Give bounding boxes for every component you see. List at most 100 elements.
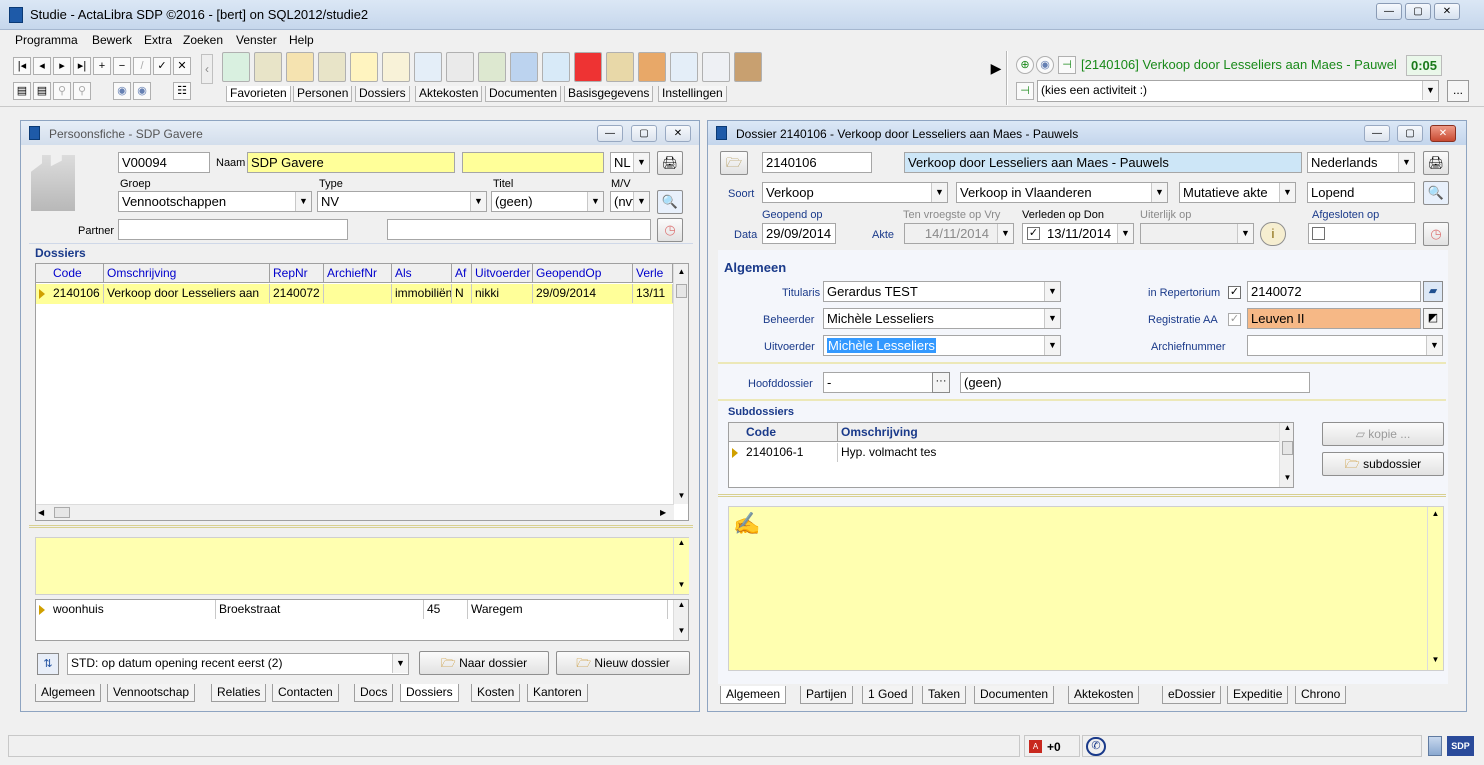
col-archiefnr[interactable]: ArchiefNr [324, 264, 392, 283]
tab-favorieten[interactable]: Favorieten [226, 86, 291, 102]
groep-select[interactable]: Vennootschappen ▼ [118, 191, 312, 212]
delete-record-icon[interactable]: − [113, 57, 131, 75]
tab-dossiers-active[interactable]: Dossiers [400, 684, 459, 702]
chevron-down-icon[interactable]: ▼ [997, 224, 1013, 243]
print-person-icon[interactable]: 🖨 [657, 151, 683, 175]
tab-goed[interactable]: 1 Goed [862, 686, 914, 704]
person-doc-icon[interactable] [670, 52, 698, 82]
kopie-button[interactable]: ▱ kopie ... [1322, 422, 1444, 446]
tab-algemeen-active[interactable]: Algemeen [720, 686, 787, 704]
tab-expeditie[interactable]: Expeditie [1227, 686, 1289, 704]
splitter[interactable] [718, 494, 1446, 497]
dossier-code-field[interactable]: 2140106 [762, 152, 872, 173]
search-person-button[interactable]: 🔍 [657, 190, 683, 214]
right-minimize-button[interactable]: — [1364, 125, 1390, 142]
col-code[interactable]: Code [50, 264, 104, 283]
col-geopendop[interactable]: GeopendOp [533, 264, 633, 283]
nieuw-dossier-button[interactable]: 🗁 Nieuw dossier [556, 651, 690, 675]
scan-icon[interactable] [638, 52, 666, 82]
chevron-down-icon[interactable]: ▼ [674, 626, 688, 635]
chevron-up-icon[interactable]: ▲ [674, 264, 688, 280]
edit-record-icon[interactable]: / [133, 57, 151, 75]
table-row[interactable]: 2140106-1 Hyp. volmacht tes [729, 443, 1282, 463]
chevron-down-icon[interactable]: ▼ [1044, 336, 1060, 355]
chevron-up-icon[interactable]: ▲ [1428, 509, 1443, 518]
soort2-select[interactable]: Verkoop in Vlaanderen ▼ [956, 182, 1168, 203]
partner-field[interactable] [118, 219, 348, 240]
chevron-down-icon[interactable]: ▼ [295, 192, 311, 211]
col-sub-omschrijving[interactable]: Omschrijving [838, 423, 1282, 442]
hoofddossier-desc-field[interactable]: (geen) [960, 372, 1310, 393]
chevron-up-icon[interactable]: ▲ [674, 600, 688, 609]
hoofddossier-field[interactable]: - [823, 372, 933, 393]
activity-flag-icon[interactable]: ⊣ [1058, 56, 1076, 74]
activity-nav-icon[interactable]: ◉ [1036, 56, 1054, 74]
tab-partijen[interactable]: Partijen [800, 686, 853, 704]
chevron-down-icon[interactable]: ▼ [1428, 655, 1443, 664]
document-person-icon[interactable] [542, 52, 570, 82]
stamp-icon[interactable] [734, 52, 762, 82]
history-icon[interactable]: ◷ [657, 218, 683, 242]
chevron-up-icon[interactable]: ▲ [1280, 423, 1293, 432]
tab-chrono[interactable]: Chrono [1295, 686, 1347, 704]
hoofddossier-browse-button[interactable]: ··· [932, 372, 950, 393]
chevron-up-icon[interactable]: ▲ [674, 538, 689, 547]
dossier-notes-area[interactable]: ✍ ▲ ▼ [728, 506, 1444, 671]
right-close-button[interactable]: ✕ [1430, 125, 1456, 142]
search-dossier-icon[interactable]: 🔍 [1423, 181, 1449, 205]
home-icon[interactable] [382, 52, 410, 82]
col-verleden[interactable]: Verle [633, 264, 673, 283]
chevron-right-icon[interactable]: ▶ [660, 505, 666, 520]
tab-personen[interactable]: Personen [293, 86, 353, 102]
chevron-down-icon[interactable]: ▼ [470, 192, 486, 211]
add-record-icon[interactable]: + [93, 57, 111, 75]
uiterlijk-field[interactable]: ▼ [1140, 223, 1254, 244]
menu-extra[interactable]: Extra [144, 33, 172, 47]
afgesloten-checkbox[interactable] [1312, 227, 1325, 240]
tab-vennootschap[interactable]: Vennootschap [107, 684, 196, 702]
col-uitvoerder[interactable]: Uitvoerder [472, 264, 533, 283]
partner2-field[interactable] [387, 219, 651, 240]
activity-select[interactable]: (kies een activiteit :) ▼ [1037, 80, 1439, 102]
chevron-down-icon[interactable]: ▼ [587, 192, 603, 211]
registratie-field[interactable]: Leuven II [1247, 308, 1421, 329]
subdossier-button[interactable]: 🗁 subdossier [1322, 452, 1444, 476]
tab-algemeen[interactable]: Algemeen [35, 684, 102, 702]
minimize-button[interactable]: — [1376, 3, 1402, 20]
hscroll-thumb[interactable] [54, 507, 70, 518]
activity-add-icon[interactable]: ⊕ [1016, 56, 1034, 74]
repertorium-checkbox[interactable]: ✓ [1228, 286, 1241, 299]
tab-contacten[interactable]: Contacten [272, 684, 339, 702]
tab-aktekosten[interactable]: Aktekosten [415, 86, 483, 102]
notes-scrollbar[interactable]: ▲ ▼ [1427, 507, 1443, 670]
chevron-left-icon[interactable]: ◀ [38, 505, 44, 520]
calendar-history-icon[interactable]: ◷ [1423, 222, 1449, 246]
tab-taken[interactable]: Taken [922, 686, 967, 704]
beheerder-select[interactable]: Michèle Lesseliers ▼ [823, 308, 1061, 329]
col-sub-code[interactable]: Code [743, 423, 838, 442]
scroll-thumb[interactable] [1282, 441, 1293, 455]
signature-icon[interactable] [574, 52, 602, 82]
menu-bewerk[interactable]: Bewerk [92, 33, 132, 47]
folder-open-icon[interactable] [350, 52, 378, 82]
persons-icon[interactable] [254, 52, 282, 82]
chevron-down-icon[interactable]: ▼ [1151, 183, 1167, 202]
titularis-select[interactable]: Gerardus TEST ▼ [823, 281, 1061, 302]
chevron-down-icon[interactable]: ▼ [1044, 282, 1060, 301]
sort-select[interactable]: STD: op datum opening recent eerst (2) ▼ [67, 653, 409, 675]
chevron-down-icon[interactable]: ▼ [1280, 473, 1293, 482]
soort3-select[interactable]: Mutatieve akte ▼ [1179, 182, 1296, 203]
titel-select[interactable]: (geen) ▼ [491, 191, 604, 212]
chevron-down-icon[interactable]: ▼ [1279, 183, 1295, 202]
tab-basisgegevens[interactable]: Basisgegevens [564, 86, 654, 102]
tab-documenten[interactable]: Documenten [974, 686, 1055, 704]
naam2-field[interactable] [462, 152, 604, 173]
right-maximize-button[interactable]: ▢ [1397, 125, 1423, 142]
col-omschrijving[interactable]: Omschrijving [104, 264, 270, 283]
dossier-omschrijving-field[interactable]: Verkoop door Lesseliers aan Maes - Pauwe… [904, 152, 1302, 173]
tab-kantoren[interactable]: Kantoren [527, 684, 588, 702]
next-record-icon[interactable]: ▸ [53, 57, 71, 75]
current-dossier-label[interactable]: [2140106] Verkoop door Lesseliers aan Ma… [1081, 56, 1405, 76]
activity-flag2-icon[interactable]: ⊣ [1016, 82, 1034, 100]
status-field[interactable]: Lopend [1307, 182, 1415, 203]
